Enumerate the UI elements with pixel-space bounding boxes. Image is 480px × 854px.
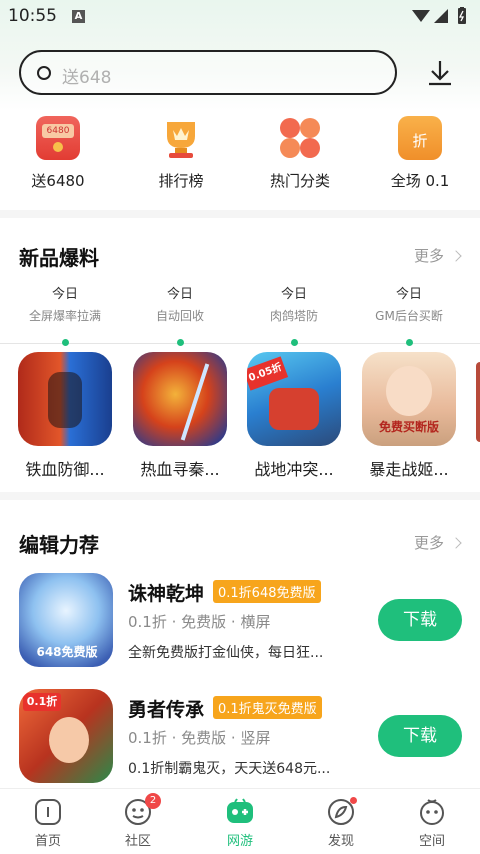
timeline-entry: 今日 肉鸽塔防 <box>269 287 318 323</box>
discount-icon: 折 <box>398 116 442 160</box>
home-icon <box>33 797 63 827</box>
quick-link-label: 排行榜 <box>158 172 204 190</box>
notification-icon: A <box>72 10 85 23</box>
recommended-game-row[interactable]: 0.1折 勇者传承 0.1折鬼灭免费版 0.1折 · 免费版 · 竖屏 0.1折… <box>0 689 480 789</box>
section-divider <box>0 492 480 500</box>
more-link-editor[interactable]: 更多 <box>414 532 462 553</box>
status-bar: 10:55 A <box>0 0 480 32</box>
game-name: 诛神乾坤 <box>128 583 205 605</box>
promo-tag: 0.1折648免费版 <box>213 580 321 603</box>
more-link-new[interactable]: 更多 <box>414 245 462 266</box>
section-title-new: 新品爆料 <box>19 246 99 270</box>
timeline-dot <box>291 339 298 346</box>
search-input[interactable]: 送648 <box>19 50 397 95</box>
quick-link-discount[interactable]: 折 全场 0.1 <box>365 112 475 191</box>
release-timeline: 今日 全屏爆率拉满 今日 自动回收 今日 肉鸽塔防 今日 GM后台买断 <box>0 283 480 353</box>
game-icon <box>133 352 227 446</box>
timeline-entry: 今日 自动回收 <box>155 287 204 323</box>
notification-badge: 2 <box>145 793 161 809</box>
game-description: 0.1折制霸鬼灭，天天送648元... <box>128 761 331 777</box>
new-game-card[interactable]: 铁血防御... <box>6 352 124 480</box>
bottom-tab-bar: 首页 2 社区 网游 发现 空间 <box>0 788 480 854</box>
tab-community[interactable]: 2 社区 <box>90 793 186 849</box>
quick-link-label: 热门分类 <box>269 172 330 190</box>
game-description: 全新免费版打金仙侠，每日狂... <box>128 645 324 661</box>
timeline-entry: 今日 全屏爆率拉满 <box>28 287 101 323</box>
tab-online-games[interactable]: 网游 <box>192 797 288 849</box>
trophy-icon <box>159 116 203 160</box>
game-icon: 648免费版 <box>19 573 113 667</box>
recommended-game-row[interactable]: 648免费版 诛神乾坤 0.1折648免费版 0.1折 · 免费版 · 横屏 全… <box>0 573 480 673</box>
new-game-card[interactable]: 热血寻秦... <box>121 352 239 480</box>
quick-link-label: 全场 0.1 <box>390 172 450 190</box>
game-name: 铁血防御... <box>25 460 105 479</box>
download-button[interactable]: 下载 <box>378 715 462 757</box>
status-time: 10:55 <box>8 6 57 26</box>
game-icon: 0.1折 <box>19 689 113 783</box>
tab-home[interactable]: 首页 <box>0 797 96 849</box>
search-row: 送648 <box>0 50 480 100</box>
chevron-right-icon <box>450 250 462 262</box>
game-icon: 免费买断版 <box>362 352 456 446</box>
tab-profile[interactable]: 空间 <box>384 797 480 849</box>
search-icon <box>37 66 51 80</box>
system-status-icons <box>412 7 466 24</box>
download-button[interactable]: 下载 <box>378 599 462 641</box>
game-name: 战地冲突... <box>254 460 334 479</box>
search-placeholder: 送648 <box>62 68 112 88</box>
promo-tag: 0.1折鬼灭免费版 <box>213 696 322 719</box>
timeline-dot <box>62 339 69 346</box>
community-icon: 2 <box>123 793 161 827</box>
game-meta: 0.1折 · 免费版 · 横屏 <box>128 613 271 631</box>
game-name: 暴走战姬... <box>369 460 449 479</box>
download-icon[interactable] <box>425 58 455 88</box>
profile-icon <box>417 797 447 827</box>
timeline-dot <box>406 339 413 346</box>
quick-link-categories[interactable]: 热门分类 <box>245 112 355 191</box>
new-games-row: 铁血防御... 热血寻秦... 0.05折 战地冲突... 免费买断版 暴走战姬… <box>0 352 480 482</box>
game-meta: 0.1折 · 免费版 · 竖屏 <box>128 729 271 747</box>
quick-link-gift[interactable]: 6480 送6480 <box>3 112 113 191</box>
gamepad-icon <box>225 797 255 827</box>
new-game-card[interactable]: 免费买断版 暴走战姬... <box>350 352 468 480</box>
next-game-peek <box>476 362 480 442</box>
new-game-card[interactable]: 0.05折 战地冲突... <box>235 352 353 480</box>
timeline-entry: 今日 GM后台买断 <box>375 287 443 323</box>
game-icon: 0.05折 <box>247 352 341 446</box>
game-name: 勇者传承 <box>128 699 205 721</box>
timeline-dot <box>177 339 184 346</box>
tab-discover[interactable]: 发现 <box>293 797 389 849</box>
discover-icon <box>326 797 357 827</box>
quick-link-label: 送6480 <box>31 172 85 190</box>
chevron-right-icon <box>450 537 462 549</box>
section-title-editor: 编辑力荐 <box>19 533 99 557</box>
red-envelope-icon: 6480 <box>36 116 80 160</box>
quick-link-ranking[interactable]: 排行榜 <box>126 112 236 191</box>
quick-links: 6480 送6480 排行榜 热门分类 折 全场 0.1 <box>0 112 480 207</box>
category-grid-icon <box>278 116 322 160</box>
game-name: 热血寻秦... <box>140 460 220 479</box>
game-icon <box>18 352 112 446</box>
notification-dot <box>350 797 357 804</box>
section-divider <box>0 210 480 218</box>
